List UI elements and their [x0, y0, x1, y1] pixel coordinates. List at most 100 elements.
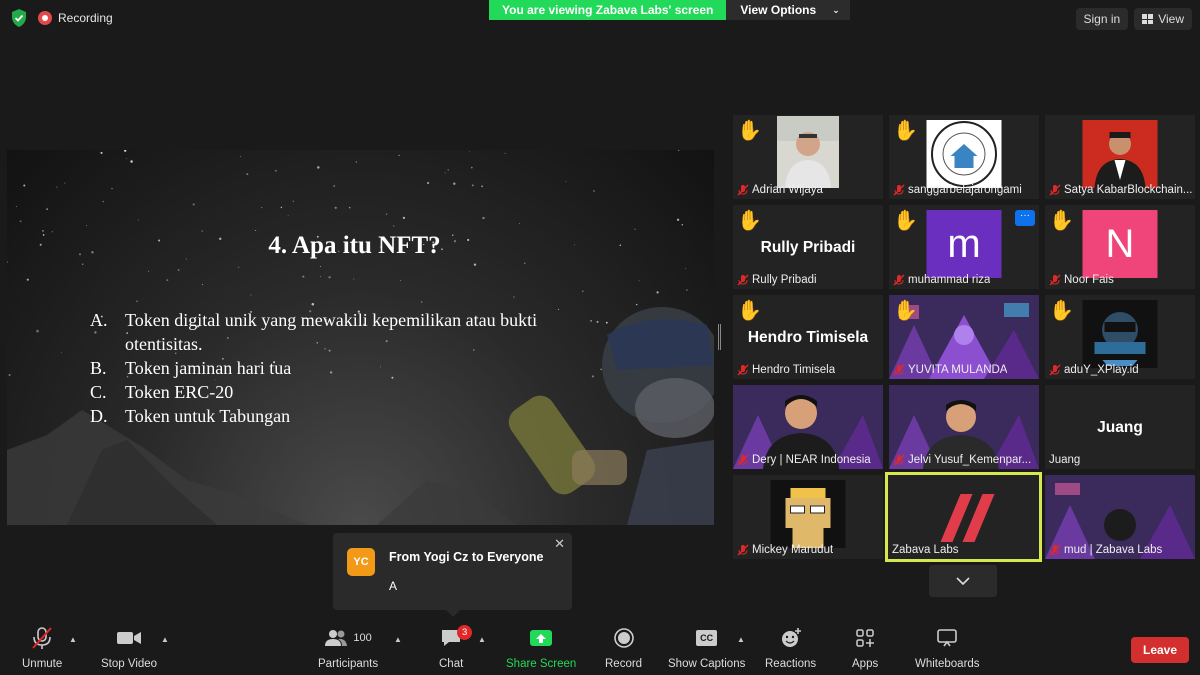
raised-hand-icon: ✋ [737, 210, 762, 232]
participant-name: sanggarbelajarorigami [893, 184, 1022, 196]
participant-name: Noor Fais [1049, 274, 1114, 286]
muted-mic-icon [32, 627, 52, 649]
participant-avatar-logo [926, 120, 1002, 188]
sign-in-button[interactable]: Sign in [1075, 8, 1129, 30]
muted-mic-icon [893, 364, 905, 376]
participant-avatar: m [926, 210, 1002, 278]
participant-tile[interactable]: Jelvi Yusuf_Kemenpar... [889, 385, 1039, 469]
participant-display-name: Hendro Timisela [747, 329, 869, 346]
muted-mic-icon [737, 364, 749, 376]
video-camera-icon [117, 632, 142, 644]
participant-tile[interactable]: ✋ YUVITA MULANDA [889, 295, 1039, 379]
slide-title: 4. Apa itu NFT? [268, 232, 441, 259]
captions-options-caret[interactable]: ▲ [737, 635, 745, 644]
answer-option: C. Token ERC-20 [90, 382, 234, 402]
muted-mic-icon [1049, 184, 1061, 196]
participant-avatar: N [1082, 210, 1158, 278]
participant-tile[interactable]: mud | Zabava Labs [1045, 475, 1195, 559]
record-button[interactable]: Record [605, 623, 642, 670]
share-screen-button[interactable]: Share Screen [506, 623, 576, 670]
participant-name: Mickey Marudut [737, 544, 833, 556]
participant-tile[interactable]: ✋ sanggarbelajarorigami [889, 115, 1039, 199]
active-speaker-tile[interactable]: Zabava Labs [885, 472, 1042, 562]
muted-mic-icon [1049, 544, 1061, 556]
muted-mic-icon [737, 274, 749, 286]
participant-tile[interactable]: ✋ Hendro Timisela Hendro Timisela [733, 295, 883, 379]
sender-avatar: YC [347, 548, 375, 576]
chevron-down-icon [956, 577, 970, 585]
participant-name: Dery | NEAR Indonesia [737, 454, 871, 466]
top-right-controls: Sign in View [1075, 8, 1192, 30]
participants-options-caret[interactable]: ▲ [394, 635, 402, 644]
whiteboard-icon [937, 629, 958, 647]
participant-display-name: Rully Pribadi [760, 239, 856, 256]
close-icon[interactable]: ✕ [554, 536, 565, 552]
raised-hand-icon: ✋ [737, 120, 762, 142]
participants-icon [325, 630, 348, 646]
participant-video [777, 116, 839, 188]
record-dot-icon [38, 11, 52, 25]
participant-tile[interactable]: ✋ aduY_XPlay.id [1045, 295, 1195, 379]
chat-notification[interactable]: YC From Yogi Cz to Everyone A ✕ [333, 533, 572, 617]
stop-video-button[interactable]: Stop Video [101, 623, 157, 670]
apps-button[interactable]: Apps [852, 623, 878, 670]
raised-hand-icon: ✋ [1049, 300, 1074, 322]
participant-tile[interactable]: Satya KabarBlockchain... [1045, 115, 1195, 199]
raised-hand-icon: ✋ [1049, 210, 1074, 232]
chat-unread-badge: 3 [457, 625, 473, 640]
chat-message: A [389, 579, 398, 593]
participant-tile[interactable]: Mickey Marudut [733, 475, 883, 559]
chat-button[interactable]: 3 Chat [439, 623, 473, 670]
muted-mic-icon [893, 274, 905, 286]
participant-name: mud | Zabava Labs [1049, 544, 1162, 556]
participant-name: aduY_XPlay.id [1049, 364, 1139, 376]
chevron-down-icon: ⌄ [832, 5, 840, 15]
participant-name: Rully Pribadi [737, 274, 817, 286]
meeting-status: Recording [10, 8, 113, 28]
record-icon [613, 628, 634, 648]
participant-tile[interactable]: N ✋ Noor Fais [1045, 205, 1195, 289]
participant-tile[interactable]: Juang Juang [1045, 385, 1195, 469]
recording-label: Recording [58, 11, 113, 25]
answer-option: A. Token digital unik yang mewakili kepe… [90, 310, 538, 354]
chat-options-caret[interactable]: ▲ [478, 635, 486, 644]
participant-name: YUVITA MULANDA [893, 364, 1007, 376]
participant-name: Adrian Wijaya [737, 184, 823, 196]
viewing-banner: You are viewing Zabava Labs' screen View… [489, 0, 850, 20]
show-captions-button[interactable]: CC Show Captions [668, 623, 745, 670]
resize-handle[interactable] [718, 324, 721, 350]
sign-in-label: Sign in [1083, 12, 1121, 26]
audio-options-caret[interactable]: ▲ [69, 635, 77, 644]
whiteboards-button[interactable]: Whiteboards [915, 623, 980, 670]
reactions-button[interactable]: Reactions [765, 623, 816, 670]
gallery-next-page-button[interactable] [929, 565, 997, 597]
meeting-toolbar: Unmute ▲ Stop Video ▲ 100 Participants ▲… [0, 623, 1200, 675]
participant-name: Juang [1049, 454, 1081, 466]
participant-count: 100 [353, 632, 372, 644]
recording-indicator[interactable]: Recording [38, 11, 113, 25]
unmute-button[interactable]: Unmute [22, 623, 62, 670]
muted-mic-icon [1049, 274, 1061, 286]
more-options-icon[interactable]: ··· [1015, 210, 1035, 226]
view-options-label: View Options [740, 3, 817, 17]
raised-hand-icon: ✋ [737, 300, 762, 322]
smiley-plus-icon [781, 628, 801, 647]
participant-name: Jelvi Yusuf_Kemenpar... [893, 454, 1031, 466]
chat-sender: From Yogi Cz to Everyone [389, 550, 544, 564]
participant-tile[interactable]: ✋ Rully Pribadi Rully Pribadi [733, 205, 883, 289]
answer-option: B. Token jaminan hari tua [90, 358, 292, 378]
participant-name: Satya KabarBlockchain... [1049, 184, 1193, 196]
encryption-shield-icon[interactable] [10, 8, 28, 28]
view-options-button[interactable]: View Options ⌄ [726, 0, 850, 20]
participant-tile[interactable]: ✋ Adrian Wijaya [733, 115, 883, 199]
video-options-caret[interactable]: ▲ [161, 635, 169, 644]
participant-tile[interactable]: m ✋ ··· muhammad riza [889, 205, 1039, 289]
apps-icon [856, 629, 875, 647]
participant-tile[interactable]: Dery | NEAR Indonesia [733, 385, 883, 469]
view-button[interactable]: View [1134, 8, 1192, 30]
leave-button[interactable]: Leave [1131, 637, 1189, 663]
view-label: View [1158, 12, 1184, 26]
shared-screen: 4. Apa itu NFT? A. Token digital unik ya… [7, 150, 714, 525]
participants-button[interactable]: 100 Participants [318, 623, 378, 670]
muted-mic-icon [737, 454, 749, 466]
